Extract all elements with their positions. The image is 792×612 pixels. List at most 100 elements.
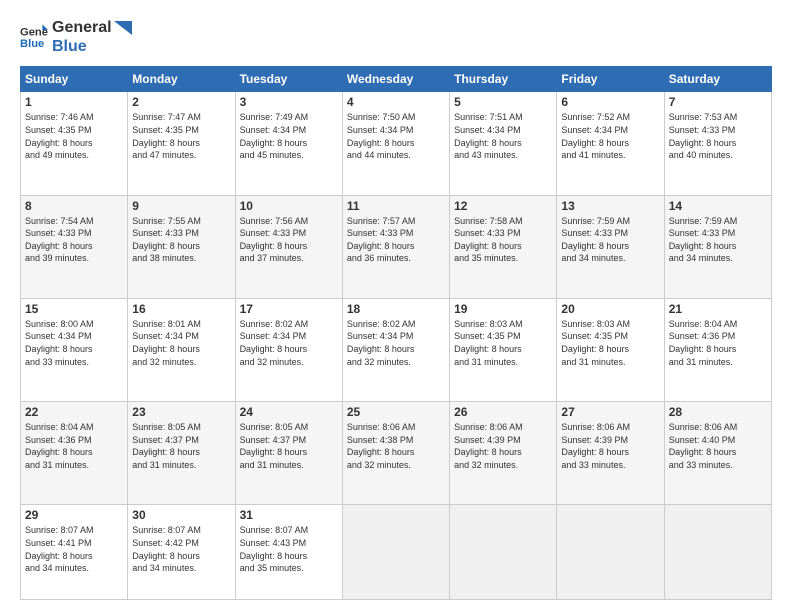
- day-number: 3: [240, 95, 338, 109]
- day-number: 2: [132, 95, 230, 109]
- day-number: 24: [240, 405, 338, 419]
- day-info: Sunrise: 7:58 AMSunset: 4:33 PMDaylight:…: [454, 215, 552, 265]
- day-number: 23: [132, 405, 230, 419]
- day-number: 13: [561, 199, 659, 213]
- day-number: 22: [25, 405, 123, 419]
- calendar-cell: 29 Sunrise: 8:07 AMSunset: 4:41 PMDaylig…: [21, 505, 128, 600]
- calendar-cell: 10 Sunrise: 7:56 AMSunset: 4:33 PMDaylig…: [235, 195, 342, 298]
- weekday-header-monday: Monday: [128, 67, 235, 92]
- day-number: 16: [132, 302, 230, 316]
- day-number: 21: [669, 302, 767, 316]
- day-number: 4: [347, 95, 445, 109]
- day-info: Sunrise: 8:00 AMSunset: 4:34 PMDaylight:…: [25, 318, 123, 368]
- day-number: 1: [25, 95, 123, 109]
- day-info: Sunrise: 7:51 AMSunset: 4:34 PMDaylight:…: [454, 111, 552, 161]
- weekday-header-wednesday: Wednesday: [342, 67, 449, 92]
- day-number: 25: [347, 405, 445, 419]
- calendar-cell: 23 Sunrise: 8:05 AMSunset: 4:37 PMDaylig…: [128, 402, 235, 505]
- day-info: Sunrise: 8:07 AMSunset: 4:42 PMDaylight:…: [132, 524, 230, 574]
- day-info: Sunrise: 7:53 AMSunset: 4:33 PMDaylight:…: [669, 111, 767, 161]
- calendar-cell: 7 Sunrise: 7:53 AMSunset: 4:33 PMDayligh…: [664, 92, 771, 195]
- day-info: Sunrise: 8:06 AMSunset: 4:40 PMDaylight:…: [669, 421, 767, 471]
- day-info: Sunrise: 7:46 AMSunset: 4:35 PMDaylight:…: [25, 111, 123, 161]
- page: General Blue General Blue SundayMondayTu…: [0, 0, 792, 612]
- weekday-header-sunday: Sunday: [21, 67, 128, 92]
- calendar-cell: 21 Sunrise: 8:04 AMSunset: 4:36 PMDaylig…: [664, 298, 771, 401]
- header: General Blue General Blue: [20, 18, 772, 56]
- calendar-cell: 13 Sunrise: 7:59 AMSunset: 4:33 PMDaylig…: [557, 195, 664, 298]
- calendar-cell: 12 Sunrise: 7:58 AMSunset: 4:33 PMDaylig…: [450, 195, 557, 298]
- day-info: Sunrise: 8:02 AMSunset: 4:34 PMDaylight:…: [347, 318, 445, 368]
- week-row-5: 29 Sunrise: 8:07 AMSunset: 4:41 PMDaylig…: [21, 505, 772, 600]
- day-number: 19: [454, 302, 552, 316]
- day-info: Sunrise: 8:06 AMSunset: 4:39 PMDaylight:…: [454, 421, 552, 471]
- day-number: 30: [132, 508, 230, 522]
- weekday-header-tuesday: Tuesday: [235, 67, 342, 92]
- day-info: Sunrise: 7:50 AMSunset: 4:34 PMDaylight:…: [347, 111, 445, 161]
- day-info: Sunrise: 7:59 AMSunset: 4:33 PMDaylight:…: [669, 215, 767, 265]
- day-info: Sunrise: 7:55 AMSunset: 4:33 PMDaylight:…: [132, 215, 230, 265]
- day-info: Sunrise: 7:56 AMSunset: 4:33 PMDaylight:…: [240, 215, 338, 265]
- logo: General Blue General Blue: [20, 18, 132, 56]
- day-number: 26: [454, 405, 552, 419]
- svg-text:Blue: Blue: [20, 38, 44, 50]
- calendar-cell: 14 Sunrise: 7:59 AMSunset: 4:33 PMDaylig…: [664, 195, 771, 298]
- weekday-header-friday: Friday: [557, 67, 664, 92]
- week-row-1: 1 Sunrise: 7:46 AMSunset: 4:35 PMDayligh…: [21, 92, 772, 195]
- day-number: 10: [240, 199, 338, 213]
- day-number: 11: [347, 199, 445, 213]
- day-info: Sunrise: 8:05 AMSunset: 4:37 PMDaylight:…: [132, 421, 230, 471]
- week-row-2: 8 Sunrise: 7:54 AMSunset: 4:33 PMDayligh…: [21, 195, 772, 298]
- day-info: Sunrise: 8:07 AMSunset: 4:43 PMDaylight:…: [240, 524, 338, 574]
- calendar-cell: 20 Sunrise: 8:03 AMSunset: 4:35 PMDaylig…: [557, 298, 664, 401]
- day-info: Sunrise: 8:06 AMSunset: 4:39 PMDaylight:…: [561, 421, 659, 471]
- calendar-cell: 28 Sunrise: 8:06 AMSunset: 4:40 PMDaylig…: [664, 402, 771, 505]
- day-info: Sunrise: 8:03 AMSunset: 4:35 PMDaylight:…: [561, 318, 659, 368]
- calendar-cell: 17 Sunrise: 8:02 AMSunset: 4:34 PMDaylig…: [235, 298, 342, 401]
- calendar-cell: [664, 505, 771, 600]
- day-number: 7: [669, 95, 767, 109]
- calendar-cell: 15 Sunrise: 8:00 AMSunset: 4:34 PMDaylig…: [21, 298, 128, 401]
- calendar-cell: 27 Sunrise: 8:06 AMSunset: 4:39 PMDaylig…: [557, 402, 664, 505]
- calendar-cell: 4 Sunrise: 7:50 AMSunset: 4:34 PMDayligh…: [342, 92, 449, 195]
- weekday-header-row: SundayMondayTuesdayWednesdayThursdayFrid…: [21, 67, 772, 92]
- week-row-3: 15 Sunrise: 8:00 AMSunset: 4:34 PMDaylig…: [21, 298, 772, 401]
- day-info: Sunrise: 8:06 AMSunset: 4:38 PMDaylight:…: [347, 421, 445, 471]
- calendar-cell: 31 Sunrise: 8:07 AMSunset: 4:43 PMDaylig…: [235, 505, 342, 600]
- day-info: Sunrise: 7:54 AMSunset: 4:33 PMDaylight:…: [25, 215, 123, 265]
- day-info: Sunrise: 8:04 AMSunset: 4:36 PMDaylight:…: [669, 318, 767, 368]
- day-info: Sunrise: 8:05 AMSunset: 4:37 PMDaylight:…: [240, 421, 338, 471]
- calendar-table: SundayMondayTuesdayWednesdayThursdayFrid…: [20, 66, 772, 600]
- calendar-cell: [557, 505, 664, 600]
- calendar-cell: [450, 505, 557, 600]
- day-number: 18: [347, 302, 445, 316]
- calendar-cell: 11 Sunrise: 7:57 AMSunset: 4:33 PMDaylig…: [342, 195, 449, 298]
- day-info: Sunrise: 8:01 AMSunset: 4:34 PMDaylight:…: [132, 318, 230, 368]
- day-info: Sunrise: 8:03 AMSunset: 4:35 PMDaylight:…: [454, 318, 552, 368]
- calendar-cell: 25 Sunrise: 8:06 AMSunset: 4:38 PMDaylig…: [342, 402, 449, 505]
- day-info: Sunrise: 8:07 AMSunset: 4:41 PMDaylight:…: [25, 524, 123, 574]
- day-info: Sunrise: 7:52 AMSunset: 4:34 PMDaylight:…: [561, 111, 659, 161]
- day-number: 8: [25, 199, 123, 213]
- day-number: 14: [669, 199, 767, 213]
- day-info: Sunrise: 7:47 AMSunset: 4:35 PMDaylight:…: [132, 111, 230, 161]
- day-number: 5: [454, 95, 552, 109]
- weekday-header-thursday: Thursday: [450, 67, 557, 92]
- calendar-cell: 18 Sunrise: 8:02 AMSunset: 4:34 PMDaylig…: [342, 298, 449, 401]
- logo-icon: General Blue: [20, 23, 48, 51]
- day-number: 6: [561, 95, 659, 109]
- calendar-cell: 22 Sunrise: 8:04 AMSunset: 4:36 PMDaylig…: [21, 402, 128, 505]
- calendar-cell: 9 Sunrise: 7:55 AMSunset: 4:33 PMDayligh…: [128, 195, 235, 298]
- calendar-cell: 3 Sunrise: 7:49 AMSunset: 4:34 PMDayligh…: [235, 92, 342, 195]
- calendar-cell: 24 Sunrise: 8:05 AMSunset: 4:37 PMDaylig…: [235, 402, 342, 505]
- week-row-4: 22 Sunrise: 8:04 AMSunset: 4:36 PMDaylig…: [21, 402, 772, 505]
- calendar-cell: 8 Sunrise: 7:54 AMSunset: 4:33 PMDayligh…: [21, 195, 128, 298]
- calendar-cell: 5 Sunrise: 7:51 AMSunset: 4:34 PMDayligh…: [450, 92, 557, 195]
- calendar-cell: [342, 505, 449, 600]
- calendar-cell: 2 Sunrise: 7:47 AMSunset: 4:35 PMDayligh…: [128, 92, 235, 195]
- weekday-header-saturday: Saturday: [664, 67, 771, 92]
- day-number: 20: [561, 302, 659, 316]
- day-info: Sunrise: 8:02 AMSunset: 4:34 PMDaylight:…: [240, 318, 338, 368]
- calendar-cell: 6 Sunrise: 7:52 AMSunset: 4:34 PMDayligh…: [557, 92, 664, 195]
- day-info: Sunrise: 8:04 AMSunset: 4:36 PMDaylight:…: [25, 421, 123, 471]
